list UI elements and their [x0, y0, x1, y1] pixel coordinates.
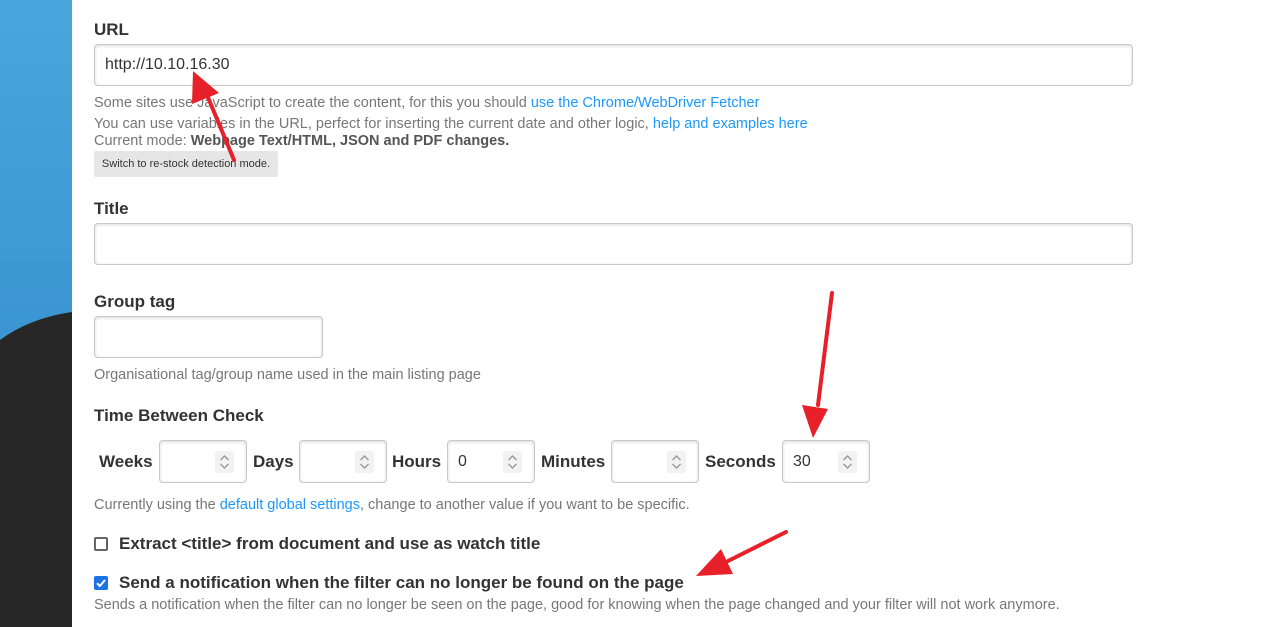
minutes-label: Minutes	[541, 452, 606, 471]
minutes-input[interactable]	[611, 440, 699, 483]
chrome-fetcher-link[interactable]: use the Chrome/WebDriver Fetcher	[531, 95, 760, 111]
seconds-value: 30	[793, 453, 811, 470]
filter-notify-checkbox[interactable]	[94, 576, 108, 590]
hours-label: Hours	[392, 452, 442, 471]
spinner-arrows-icon[interactable]	[667, 451, 686, 473]
spinner-arrows-icon[interactable]	[838, 451, 857, 473]
annotation-arrow	[696, 530, 788, 576]
days-input[interactable]	[299, 440, 387, 483]
seconds-label: Seconds	[705, 452, 776, 471]
spinner-arrows-icon[interactable]	[355, 451, 374, 473]
group-tag-label: Group tag	[94, 292, 176, 311]
time-help-suffix: , change to another value if you want to…	[360, 497, 690, 513]
url-help-variables: You can use variables in the URL, perfec…	[94, 116, 808, 132]
time-between-check-label: Time Between Check	[94, 406, 264, 425]
time-help-prefix: Currently using the	[94, 497, 220, 513]
url-help-fetcher-text: Some sites use JavaScript to create the …	[94, 95, 531, 111]
switch-restock-mode-button[interactable]: Switch to re-stock detection mode.	[94, 151, 278, 177]
extract-title-checkbox[interactable]	[94, 537, 108, 551]
current-mode: Current mode: Webpage Text/HTML, JSON an…	[94, 133, 509, 149]
weeks-label: Weeks	[99, 452, 153, 471]
hours-value: 0	[458, 453, 467, 470]
url-help-variables-text: You can use variables in the URL, perfec…	[94, 116, 653, 132]
weeks-input[interactable]	[159, 440, 247, 483]
url-label: URL	[94, 20, 129, 39]
checkmark-icon	[96, 579, 106, 588]
extract-title-label: Extract <title> from document and use as…	[119, 534, 541, 553]
default-global-settings-link[interactable]: default global settings	[220, 497, 360, 513]
title-label: Title	[94, 199, 129, 218]
spinner-arrows-icon[interactable]	[503, 451, 522, 473]
current-mode-prefix: Current mode:	[94, 133, 191, 149]
current-mode-value: Webpage Text/HTML, JSON and PDF changes.	[190, 133, 510, 149]
sidebar-background	[0, 0, 72, 627]
annotation-arrow	[802, 291, 834, 438]
seconds-input[interactable]: 30	[782, 440, 870, 483]
filter-notify-label: Send a notification when the filter can …	[119, 573, 684, 592]
days-label: Days	[253, 452, 294, 471]
group-tag-input[interactable]	[94, 316, 323, 358]
filter-notify-help: Sends a notification when the filter can…	[94, 597, 1060, 613]
time-help: Currently using the default global setti…	[94, 497, 690, 513]
url-input[interactable]	[94, 44, 1133, 86]
spinner-arrows-icon[interactable]	[215, 451, 234, 473]
url-help-fetcher: Some sites use JavaScript to create the …	[94, 95, 759, 111]
help-examples-link[interactable]: help and examples here	[653, 116, 808, 132]
title-input[interactable]	[94, 223, 1133, 265]
hours-input[interactable]: 0	[447, 440, 535, 483]
group-tag-help: Organisational tag/group name used in th…	[94, 367, 481, 383]
